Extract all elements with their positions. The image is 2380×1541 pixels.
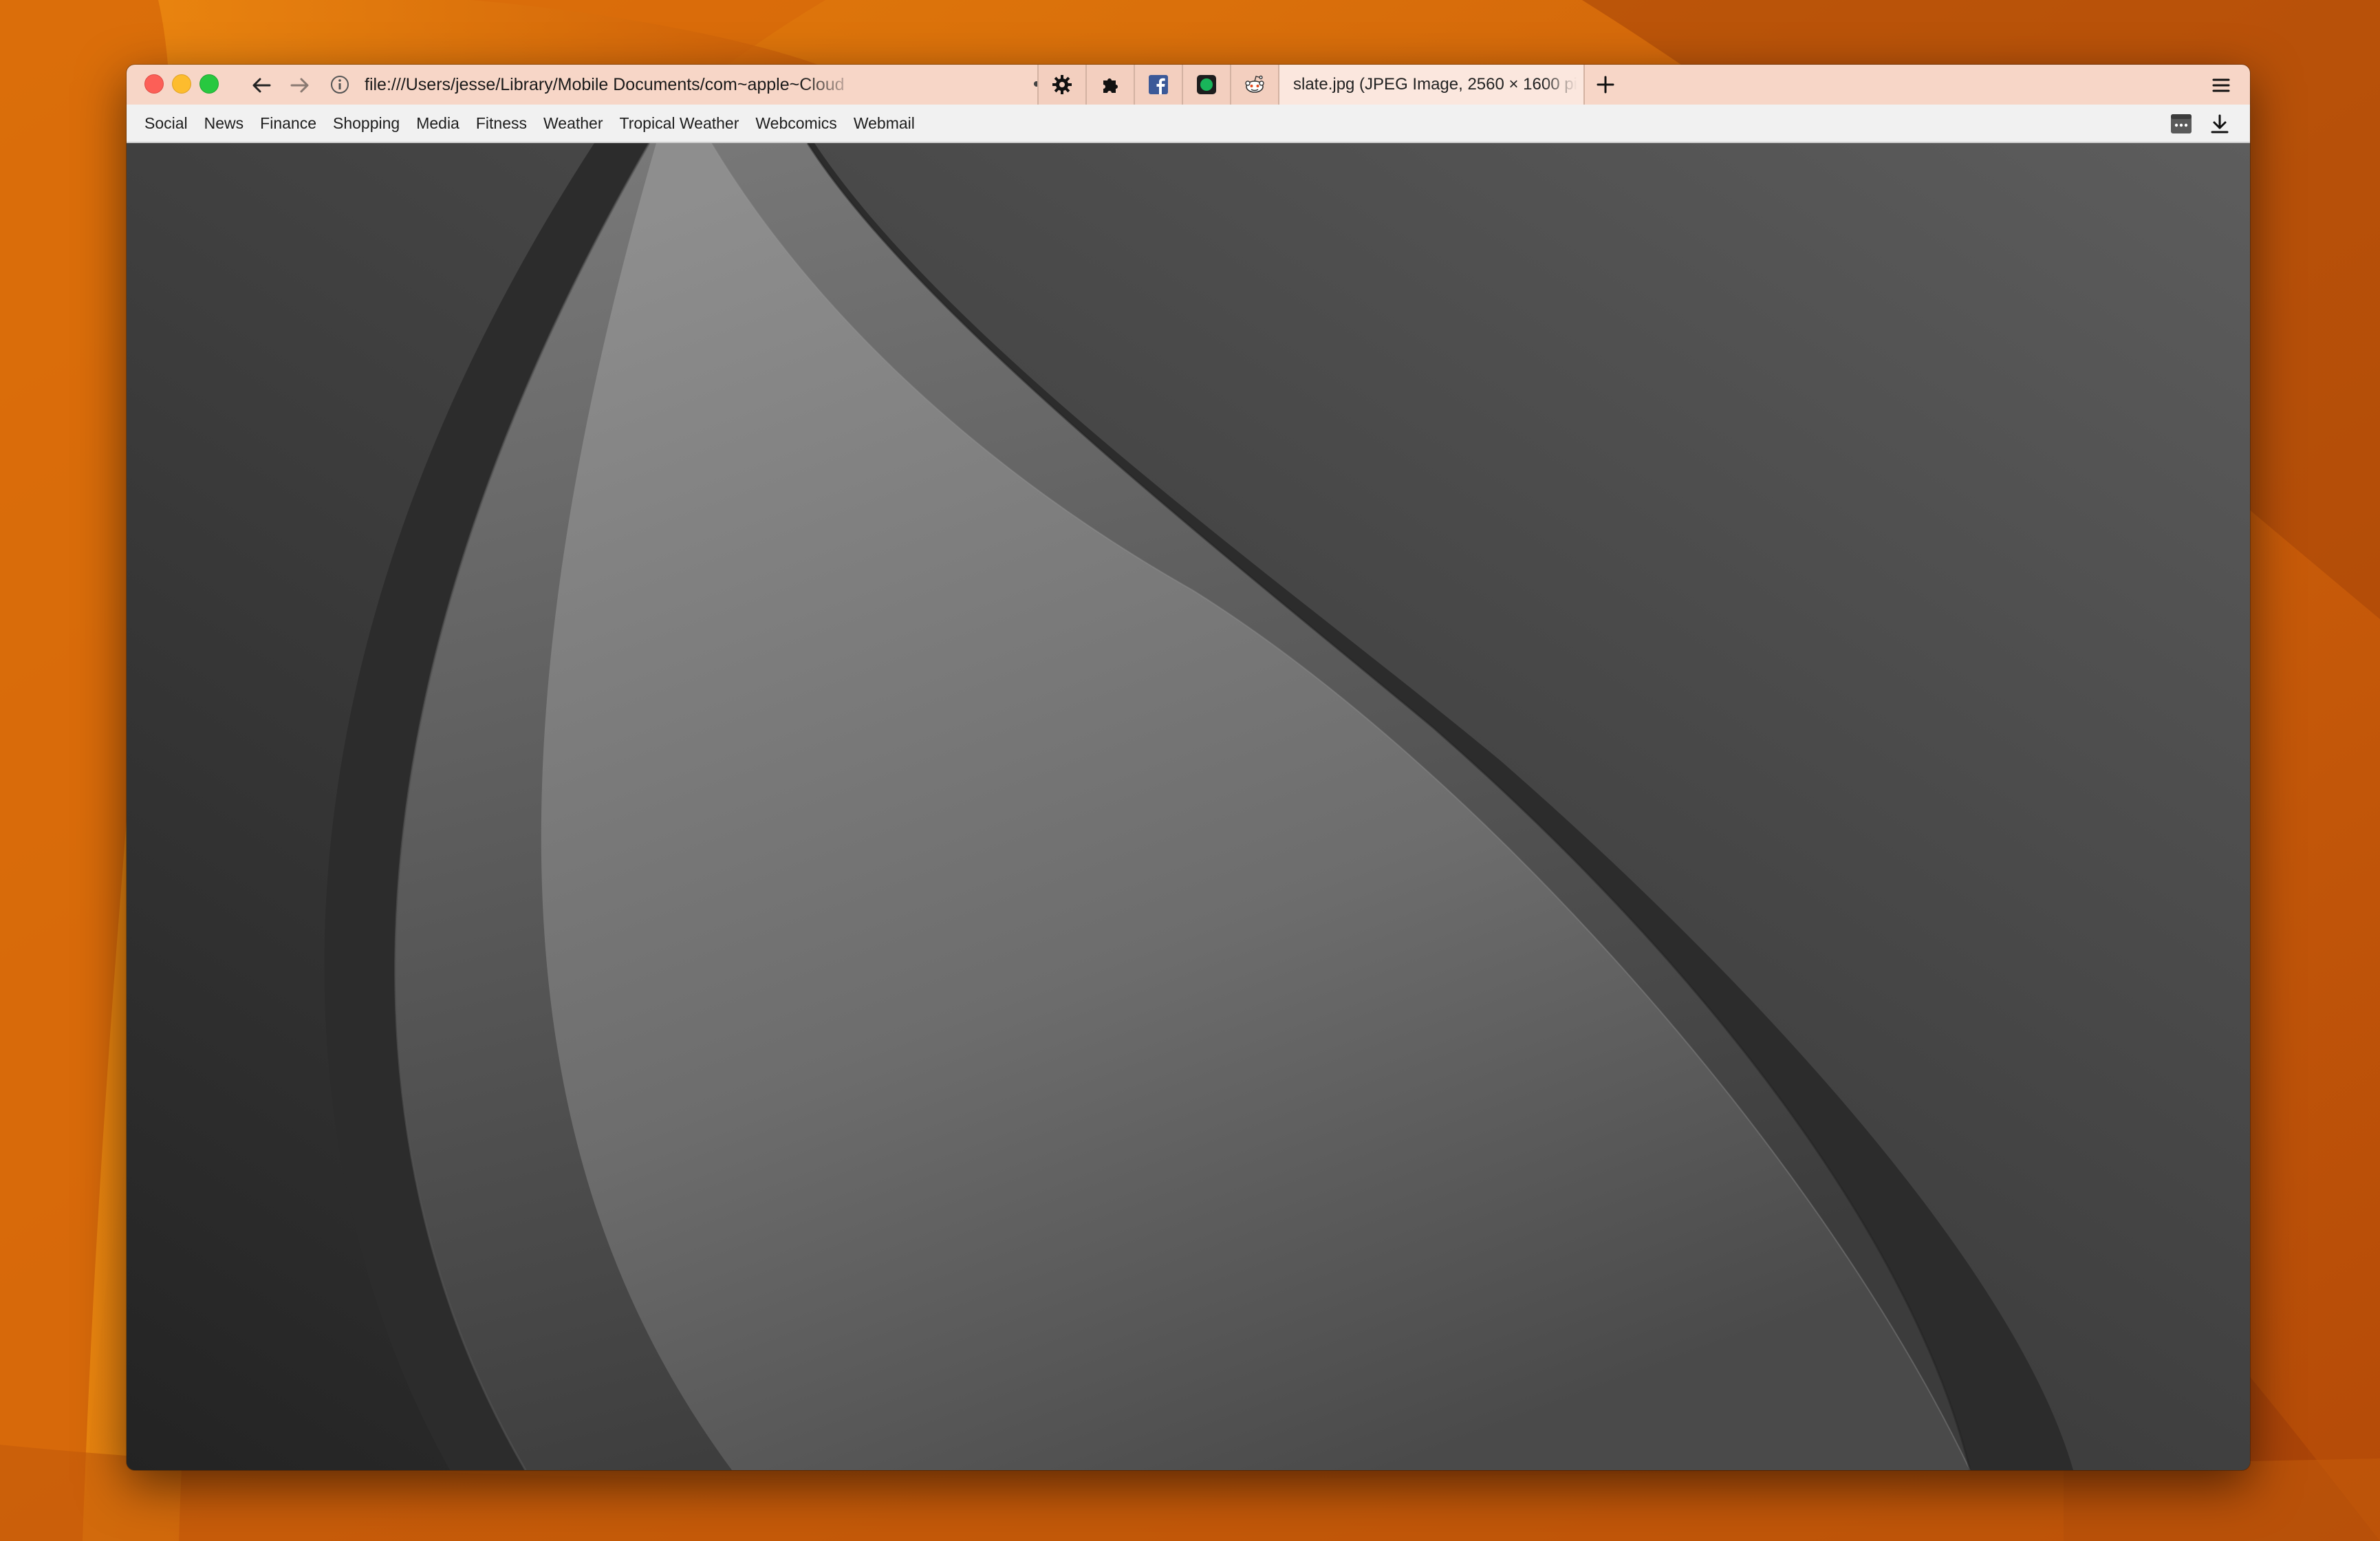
forward-button[interactable] [285,70,315,100]
close-window-button[interactable] [144,74,164,94]
back-button[interactable] [246,70,277,100]
menu-button[interactable] [2206,70,2236,100]
pinned-tab-facebook[interactable] [1134,65,1182,105]
pinned-tab-settings[interactable] [1037,65,1085,105]
new-tab-button[interactable] [1585,65,1626,105]
bookmark-shopping[interactable]: Shopping [333,114,400,133]
pinned-tab-green[interactable] [1182,65,1230,105]
address-bar[interactable]: file:///Users/jesse/Library/Mobile Docum… [326,69,1151,100]
download-icon [2211,114,2229,133]
bookmark-news[interactable]: News [204,114,244,133]
gear-icon [1052,75,1072,94]
minimize-window-button[interactable] [172,74,191,94]
pinned-tab-reddit[interactable] [1230,65,1278,105]
browser-window: file:///Users/jesse/Library/Mobile Docum… [127,65,2250,1470]
tab-strip: slate.jpg (JPEG Image, 2560 × 1600 pi [1037,65,1626,105]
image-viewport [127,142,2250,1470]
hamburger-icon [2212,78,2230,92]
bookmarks-right-actions [2159,105,2236,143]
site-info-icon[interactable] [326,71,354,98]
overflow-button[interactable] [2165,107,2198,140]
bookmark-media[interactable]: Media [416,114,459,133]
bookmark-fitness[interactable]: Fitness [476,114,527,133]
arrow-right-icon [290,78,309,93]
tab-title: slate.jpg (JPEG Image, 2560 × 1600 pi [1293,75,1577,94]
url-text[interactable]: file:///Users/jesse/Library/Mobile Docum… [365,75,860,95]
bookmark-webmail[interactable]: Webmail [854,114,915,133]
bookmark-finance[interactable]: Finance [260,114,316,133]
slate-image [127,142,2250,1470]
tab-slate-jpg[interactable]: slate.jpg (JPEG Image, 2560 × 1600 pi [1278,65,1585,105]
bookmarks-toolbar: Social News Finance Shopping Media Fitne… [127,105,2250,143]
arrow-left-icon [252,78,271,93]
downloads-button[interactable] [2203,107,2236,140]
puzzle-icon [1103,78,1118,93]
green-square-icon [1197,75,1216,94]
plus-icon [1597,76,1614,94]
facebook-icon [1149,75,1168,94]
bookmark-social[interactable]: Social [144,114,188,133]
overflow-icon [2171,114,2192,133]
zoom-window-button[interactable] [199,74,219,94]
bookmark-webcomics[interactable]: Webcomics [755,114,836,133]
toolbar: file:///Users/jesse/Library/Mobile Docum… [127,65,2250,106]
bookmark-weather[interactable]: Weather [543,114,603,133]
bookmark-tropical-weather[interactable]: Tropical Weather [620,114,739,133]
reddit-icon [1245,75,1264,93]
pinned-tab-addons[interactable] [1085,65,1134,105]
